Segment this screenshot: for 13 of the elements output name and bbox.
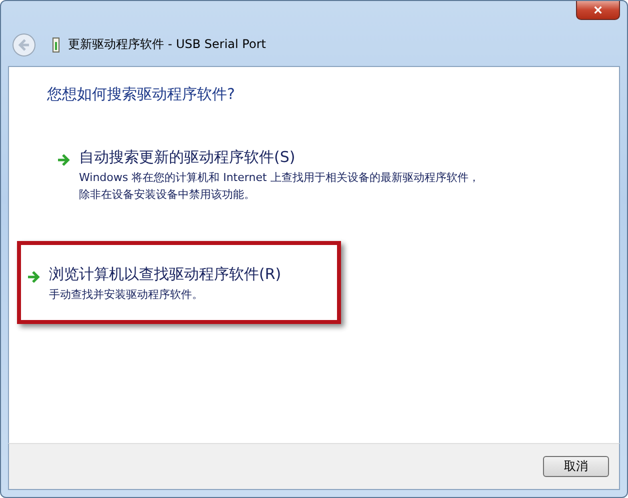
option-description: Windows 将在您的计算机和 Internet 上查找用于相关设备的最新驱动程序软件，除非在设备安装设备中禁用该功能。 (79, 170, 480, 203)
arrow-icon (57, 154, 71, 166)
close-button[interactable]: × (576, 1, 620, 20)
arrow-icon (27, 271, 41, 283)
option-title[interactable]: 浏览计算机以查找驱动程序软件(R) (49, 265, 282, 284)
back-button[interactable] (12, 32, 36, 56)
option-link[interactable]: 自动搜索更新的驱动程序软件(S) Windows 将在您的计算机和 Internet 上查找用于相关设备的最新驱动程序软件，除非在设备安装设备中禁用该功能。 (47, 148, 581, 203)
usb-device-icon (52, 36, 60, 52)
window-title: 更新驱动程序软件 - USB Serial Port (68, 36, 266, 53)
cancel-button[interactable]: 取消 (543, 456, 609, 477)
page-heading: 您想如何搜索驱动程序软件? (47, 85, 236, 104)
option-title[interactable]: 自动搜索更新的驱动程序软件(S) (79, 148, 481, 167)
option-description: 手动查找并安装驱动程序软件。 (49, 287, 204, 303)
